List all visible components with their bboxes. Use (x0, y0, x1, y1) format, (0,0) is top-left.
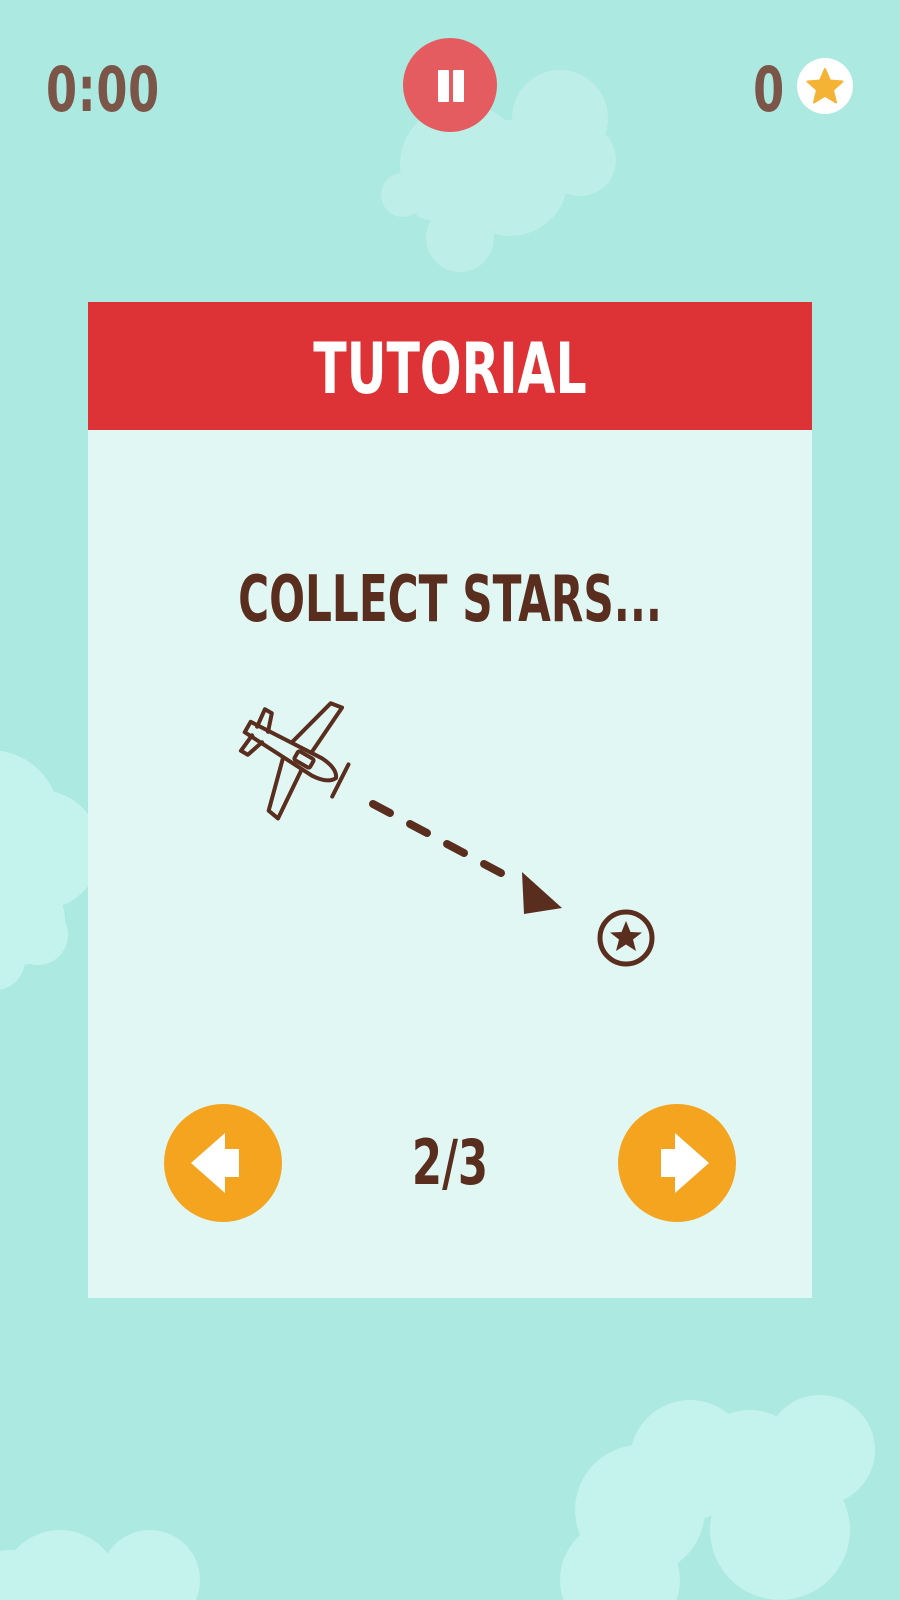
page-indicator: 2/3 (411, 1126, 489, 1199)
previous-button[interactable] (164, 1104, 282, 1222)
tutorial-panel: TUTORIAL COLLECT STARS... 2/3 (88, 302, 812, 1298)
score-star-badge (797, 58, 853, 114)
star-icon (806, 68, 844, 104)
cloud-bottom-left (0, 1530, 200, 1600)
arrow-left-icon (191, 1133, 239, 1193)
next-button[interactable] (618, 1104, 736, 1222)
timer: 0:00 (46, 53, 160, 126)
tutorial-instruction: COLLECT STARS... (238, 563, 662, 637)
arrow-head (522, 872, 562, 914)
tutorial-header: TUTORIAL (88, 302, 812, 430)
dashed-arrow-icon (369, 800, 505, 877)
star-coin-icon (597, 909, 655, 967)
arrow-right-icon (661, 1133, 709, 1193)
star-score: 0 (752, 53, 784, 126)
pause-button[interactable] (403, 38, 497, 132)
airplane-icon (238, 701, 351, 821)
cloud-left (0, 750, 100, 990)
cloud-bottom-right (560, 1395, 875, 1600)
tutorial-title: TUTORIAL (313, 328, 587, 410)
